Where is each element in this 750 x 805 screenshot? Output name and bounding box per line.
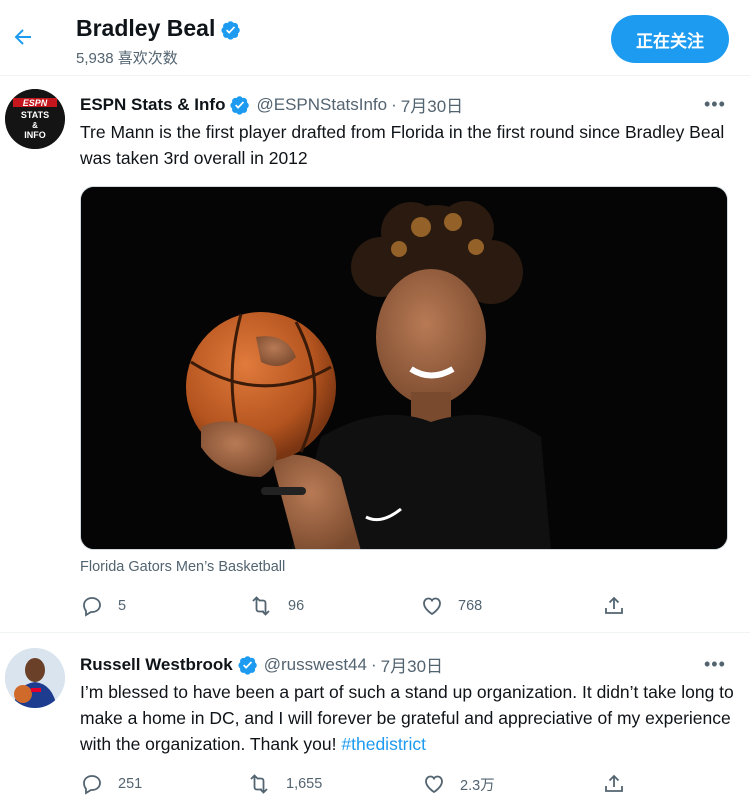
tweet-date[interactable]: 7月30日 (381, 652, 443, 677)
retweet-icon (250, 774, 268, 794)
reply-button[interactable]: 251 (80, 772, 142, 796)
profile-header: Bradley Beal 5,938 喜欢次数 正在关注 (0, 0, 750, 76)
tweet[interactable]: ESPN STATS & INFO ESPN Stats & Info @ESP… (0, 77, 750, 633)
heart-icon (425, 775, 443, 794)
avatar[interactable]: ESPN STATS & INFO (5, 89, 65, 149)
tweet-text: Tre Mann is the first player drafted fro… (80, 122, 725, 168)
share-icon (605, 774, 623, 792)
share-button[interactable] (602, 772, 640, 796)
author-name[interactable]: Russell Westbrook (80, 655, 233, 675)
retweet-count: 1,655 (286, 776, 323, 792)
likes-count: 5,938 喜欢次数 (76, 50, 178, 67)
retweet-button[interactable]: 1,655 (246, 772, 322, 796)
avatar-stats-text: STATS (21, 110, 49, 120)
author-handle[interactable]: @russwest44 (264, 655, 367, 675)
like-count: 2.3万 (460, 777, 495, 794)
tweet-header: ESPN Stats & Info @ESPNStatsInfo · 7月30日 (80, 92, 463, 117)
heart-icon (423, 597, 441, 616)
like-count: 768 (458, 598, 483, 614)
tweet[interactable]: Russell Westbrook @russwest44 · 7月30日 ••… (0, 634, 750, 805)
back-arrow-icon (14, 29, 31, 45)
reply-button[interactable]: 5 (80, 594, 126, 618)
more-options-icon[interactable]: ••• (704, 655, 726, 673)
tweet-text: I’m blessed to have been a part of such … (80, 679, 740, 757)
more-options-icon[interactable]: ••• (704, 95, 726, 113)
hashtag-link[interactable]: #thedistrict (341, 734, 426, 754)
reply-icon (83, 775, 101, 795)
avatar-info-text: INFO (24, 130, 46, 140)
verified-icon (238, 655, 258, 675)
tweet-actions: 251 1,655 2.3万 (80, 772, 640, 798)
tweet-actions: 5 96 768 (80, 594, 640, 620)
verified-icon (221, 19, 241, 40)
back-button[interactable] (8, 22, 38, 52)
tweet-header: Russell Westbrook @russwest44 · 7月30日 (80, 652, 443, 677)
following-button[interactable]: 正在关注 (611, 15, 729, 63)
author-handle[interactable]: @ESPNStatsInfo (256, 95, 387, 115)
retweet-button[interactable]: 96 (248, 594, 304, 618)
like-button[interactable]: 768 (420, 594, 482, 618)
tweet-photo[interactable] (80, 186, 728, 550)
avatar[interactable] (5, 648, 65, 708)
reply-icon (83, 597, 101, 617)
profile-name: Bradley Beal (76, 15, 247, 42)
espn-logo-text: ESPN (23, 98, 48, 108)
retweet-count: 96 (288, 598, 305, 614)
tweet-date[interactable]: 7月30日 (401, 92, 463, 117)
like-button[interactable]: 2.3万 (422, 772, 495, 796)
reply-count: 5 (118, 598, 127, 614)
reply-count: 251 (118, 776, 143, 792)
retweet-icon (252, 596, 270, 616)
profile-name-text: Bradley Beal (76, 15, 216, 41)
media-caption[interactable]: Florida Gators Men’s Basketball (80, 559, 285, 575)
separator-dot: · (370, 654, 377, 674)
verified-icon (230, 95, 250, 115)
share-icon (605, 596, 623, 614)
avatar-amp-text: & (32, 121, 38, 130)
author-name[interactable]: ESPN Stats & Info (80, 95, 225, 115)
separator-dot: · (391, 94, 397, 114)
share-button[interactable] (602, 594, 640, 618)
